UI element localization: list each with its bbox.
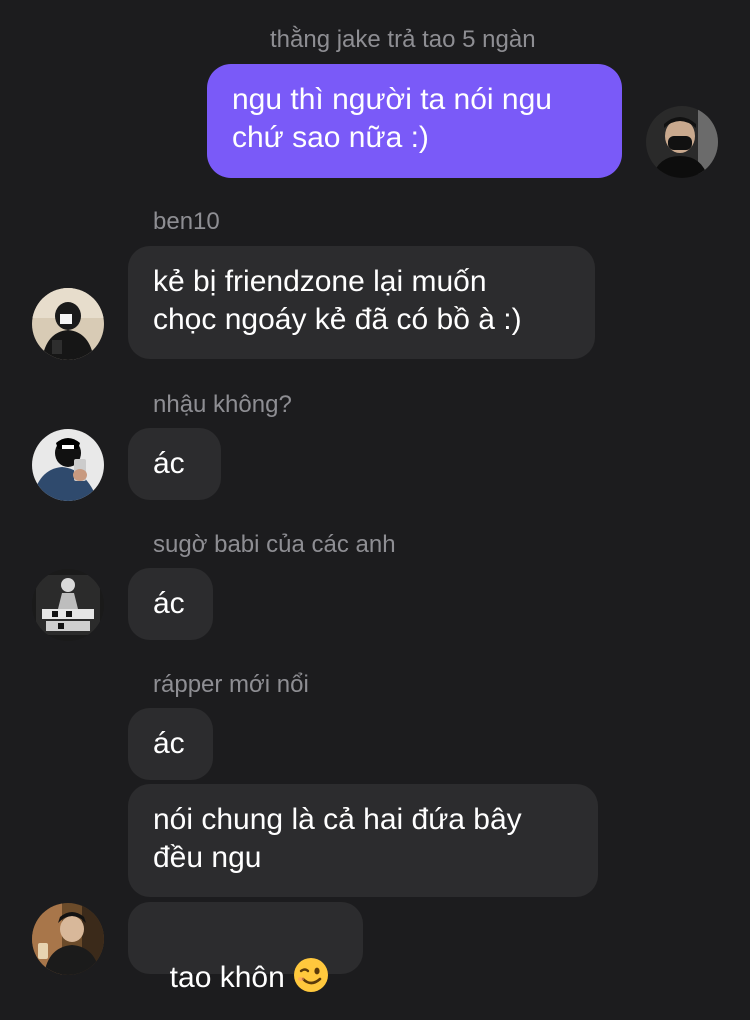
sender-name: nhậu không?: [153, 391, 292, 418]
message-bubble-outgoing[interactable]: ngu thì người ta nói ngu chứ sao nữa :): [207, 64, 622, 178]
rapper-avatar-icon[interactable]: [32, 903, 104, 975]
sender-name: ben10: [153, 208, 220, 235]
ben10-avatar-icon[interactable]: [32, 288, 104, 360]
message-bubble-incoming[interactable]: tao khôn: [128, 902, 363, 994]
message-bubble-incoming[interactable]: kẻ bị friendzone lại muốn chọc ngoáy kẻ …: [128, 246, 595, 359]
nhau-khong-avatar-icon[interactable]: [32, 429, 104, 501]
sender-name: sugờ babi của các anh: [153, 531, 396, 558]
my-avatar-icon[interactable]: [646, 106, 718, 178]
message-text: tao khôn: [169, 961, 285, 994]
winking-face-emoji: [293, 957, 329, 993]
message-bubble-incoming[interactable]: ác: [128, 708, 213, 780]
message-bubble-incoming[interactable]: ác: [128, 428, 221, 500]
sender-name: thằng jake trả tao 5 ngàn: [270, 26, 536, 53]
message-bubble-incoming[interactable]: nói chung là cả hai đứa bây đều ngu: [128, 784, 598, 897]
sender-name: rápper mới nổi: [153, 671, 309, 698]
sugo-babi-avatar-icon[interactable]: [32, 569, 104, 641]
message-bubble-incoming[interactable]: ác: [128, 568, 213, 640]
